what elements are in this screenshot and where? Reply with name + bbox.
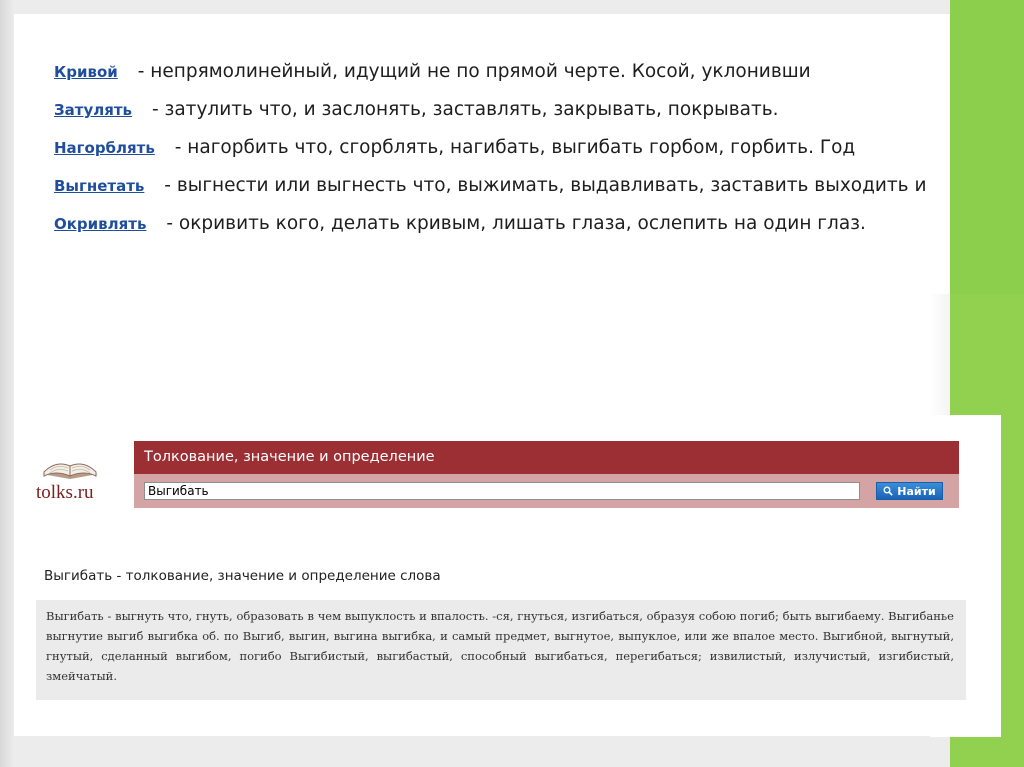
definition-term-link[interactable]: Нагорблять <box>54 139 155 157</box>
definition-term-link[interactable]: Затулять <box>54 101 132 119</box>
definition-text: - затулить что, и заслонять, заставлять,… <box>151 99 779 120</box>
logo-text: tolks.ru <box>36 482 94 503</box>
result-text: Выгибать - выгнуть что, гнуть, образоват… <box>46 609 954 683</box>
tolks-logo[interactable]: tolks.ru <box>32 452 112 512</box>
definitions-list: Кривой - непрямолинейный, идущий не по п… <box>54 57 1014 247</box>
slide-fade <box>930 294 950 415</box>
definition-term-link[interactable]: Окривлять <box>54 215 146 233</box>
definition-text: - выгнести или выгнесть что, выжимать, в… <box>164 175 927 196</box>
slide-edge-shadow <box>0 0 14 767</box>
search-panel-header: Толкование, значение и определение <box>134 441 959 474</box>
definition-text: - непрямолинейный, идущий не по прямой ч… <box>137 61 811 82</box>
search-panel: Толкование, значение и определение Найти <box>134 441 959 508</box>
search-bar: Найти <box>134 474 959 508</box>
result-box: Выгибать - выгнуть что, гнуть, образоват… <box>36 600 966 700</box>
search-input[interactable] <box>144 482 860 500</box>
book-icon <box>42 463 98 479</box>
definition-row: Выгнетать - выгнести или выгнесть что, в… <box>54 171 1014 209</box>
definition-term-link[interactable]: Кривой <box>54 63 118 81</box>
definition-row: Кривой - непрямолинейный, идущий не по п… <box>54 57 1014 95</box>
definition-term-link[interactable]: Выгнетать <box>54 177 144 195</box>
magnifier-icon <box>883 486 894 496</box>
result-title: Выгибать - толкование, значение и опреде… <box>44 568 441 584</box>
definition-text: - окривить кого, делать кривым, лишать г… <box>166 213 866 234</box>
definition-row: Нагорблять - нагорбить что, сгорблять, н… <box>54 133 1014 171</box>
definition-row: Окривлять - окривить кого, делать кривым… <box>54 209 1014 247</box>
definition-text: - нагорбить что, сгорблять, нагибать, вы… <box>174 137 856 158</box>
search-button[interactable]: Найти <box>876 482 943 500</box>
search-button-label: Найти <box>897 484 936 498</box>
definition-row: Затулять - затулить что, и заслонять, за… <box>54 95 1014 133</box>
